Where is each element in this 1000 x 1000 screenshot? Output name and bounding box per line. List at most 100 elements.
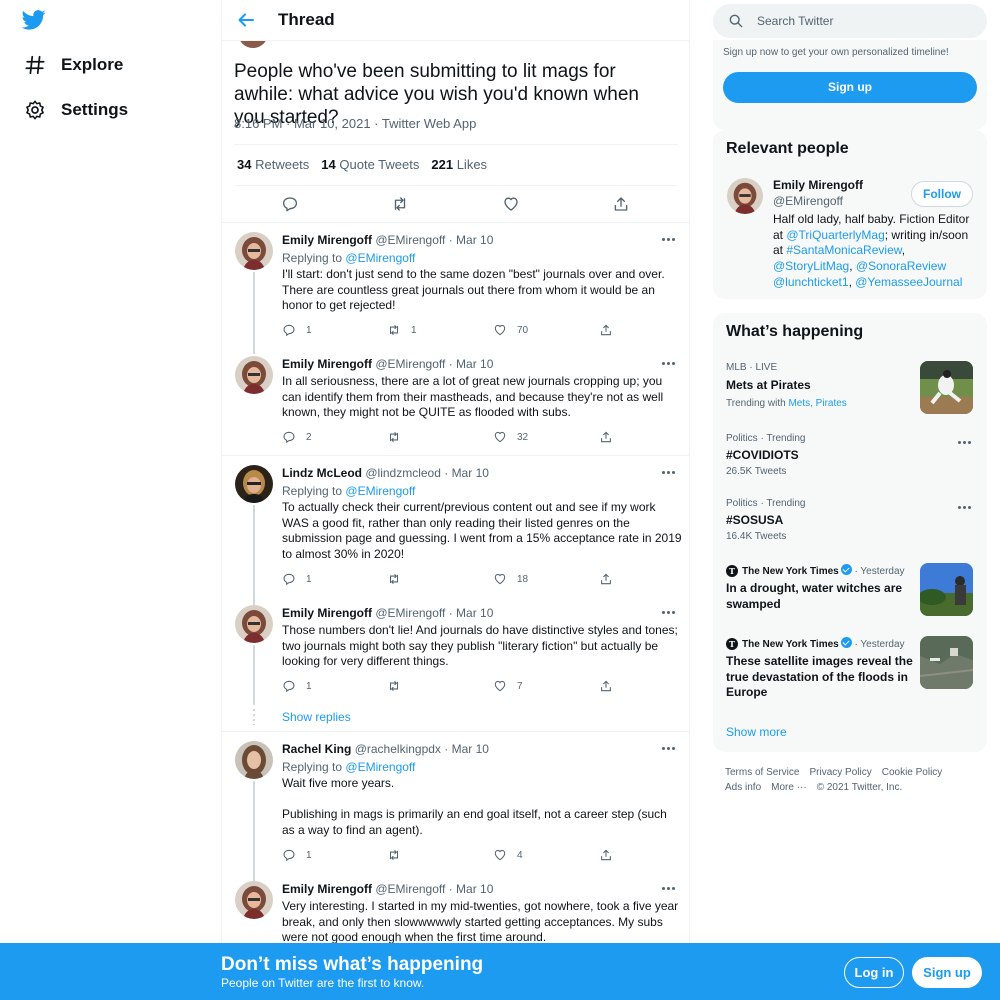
person-name[interactable]: Emily Mirengoff bbox=[773, 178, 863, 192]
author-handle[interactable]: @EMirengoff bbox=[375, 233, 445, 247]
footer-link[interactable]: Ads info bbox=[725, 782, 761, 793]
reply-button[interactable]: 1 bbox=[282, 572, 312, 586]
share-button[interactable] bbox=[599, 572, 623, 586]
reply-button[interactable]: 1 bbox=[282, 848, 312, 862]
reply-author: Emily Mirengoff @EMirengoff · Mar 10 bbox=[282, 882, 493, 896]
trend-item[interactable]: Politics · Trending #COVIDIOTS 26.5K Twe… bbox=[713, 423, 987, 488]
back-arrow-icon[interactable] bbox=[236, 10, 256, 30]
trend-title: Mets at Pirates bbox=[726, 378, 811, 392]
trend-related-links[interactable]: Mets, Pirates bbox=[788, 398, 846, 409]
more-options-icon[interactable] bbox=[662, 746, 678, 752]
person-handle[interactable]: @EMirengoff bbox=[773, 194, 843, 208]
reply-date[interactable]: · Mar 10 bbox=[444, 466, 489, 480]
reply-date[interactable]: · Mar 10 bbox=[449, 357, 494, 371]
bio-link[interactable]: @SonoraReview bbox=[856, 259, 946, 273]
more-options-icon[interactable] bbox=[662, 470, 678, 476]
retweet-button[interactable] bbox=[387, 679, 411, 693]
author-handle[interactable]: @EMirengoff bbox=[375, 357, 445, 371]
more-options-icon[interactable] bbox=[958, 505, 974, 511]
more-options-icon[interactable] bbox=[662, 361, 678, 367]
retweet-icon[interactable] bbox=[391, 195, 409, 213]
nav-settings[interactable]: Settings bbox=[24, 96, 128, 124]
author-handle[interactable]: @EMirengoff bbox=[375, 882, 445, 896]
bio-link[interactable]: @TriQuarterlyMag bbox=[786, 228, 884, 242]
reply-button[interactable]: 2 bbox=[282, 430, 312, 444]
news-item[interactable]: T The New York Times · Yesterday In a dr… bbox=[713, 556, 987, 626]
like-icon bbox=[494, 680, 506, 692]
reply-date[interactable]: · Mar 10 bbox=[444, 742, 489, 756]
trend-item[interactable]: MLB · LIVE Mets at Pirates Trending with… bbox=[713, 355, 987, 423]
more-options-icon[interactable] bbox=[662, 610, 678, 616]
author-name[interactable]: Emily Mirengoff bbox=[282, 606, 372, 620]
avatar[interactable] bbox=[235, 232, 273, 270]
retweet-icon bbox=[389, 680, 399, 692]
share-button[interactable] bbox=[599, 323, 623, 337]
footer-link[interactable]: Cookie Policy bbox=[882, 767, 943, 778]
like-button[interactable]: 70 bbox=[493, 323, 528, 337]
quote-tweets-stat[interactable]: 14 Quote Tweets bbox=[321, 157, 419, 172]
avatar[interactable] bbox=[235, 881, 273, 919]
signup-button[interactable]: Sign up bbox=[723, 72, 977, 103]
replying-to-link[interactable]: @EMirengoff bbox=[345, 251, 415, 265]
reply-date[interactable]: · Mar 10 bbox=[449, 606, 494, 620]
author-handle[interactable]: @lindzmcleod bbox=[365, 466, 441, 480]
bio-link[interactable]: @StoryLitMag bbox=[773, 259, 849, 273]
author-handle[interactable]: @rachelkingpdx bbox=[355, 742, 441, 756]
bio-link[interactable]: #SantaMonicaReview bbox=[786, 243, 901, 257]
like-button[interactable]: 4 bbox=[493, 848, 523, 862]
search-input[interactable]: Search Twitter bbox=[713, 4, 987, 38]
reply-date[interactable]: · Mar 10 bbox=[449, 233, 494, 247]
avatar[interactable] bbox=[235, 741, 273, 779]
reply-icon[interactable] bbox=[281, 195, 299, 213]
main-tweet-timestamp[interactable]: 8:16 PM · Mar 10, 2021 · Twitter Web App bbox=[234, 116, 476, 131]
author-name[interactable]: Emily Mirengoff bbox=[282, 357, 372, 371]
retweet-button[interactable] bbox=[387, 848, 411, 862]
avatar[interactable] bbox=[235, 356, 273, 394]
trend-item[interactable]: Politics · Trending #SOSUSA 16.4K Tweets bbox=[713, 488, 987, 553]
like-button[interactable]: 32 bbox=[493, 430, 528, 444]
search-icon bbox=[729, 14, 743, 28]
follow-button[interactable]: Follow bbox=[911, 181, 973, 207]
likes-stat[interactable]: 221 Likes bbox=[431, 157, 487, 172]
news-item[interactable]: T The New York Times · Yesterday These s… bbox=[713, 629, 987, 717]
avatar[interactable] bbox=[727, 178, 763, 214]
author-name[interactable]: Rachel King bbox=[282, 742, 351, 756]
author-name[interactable]: Emily Mirengoff bbox=[282, 882, 372, 896]
footer-link[interactable]: Terms of Service bbox=[725, 767, 799, 778]
signup-button[interactable]: Sign up bbox=[912, 957, 982, 988]
login-button[interactable]: Log in bbox=[844, 957, 904, 988]
footer-link[interactable]: Privacy Policy bbox=[809, 767, 871, 778]
share-button[interactable] bbox=[599, 848, 623, 862]
like-button[interactable]: 7 bbox=[493, 679, 523, 693]
reply-button[interactable]: 1 bbox=[282, 323, 312, 337]
avatar[interactable] bbox=[235, 605, 273, 643]
more-options-icon[interactable] bbox=[662, 237, 678, 243]
like-icon[interactable] bbox=[502, 195, 520, 213]
nav-explore[interactable]: Explore bbox=[24, 51, 123, 79]
author-name[interactable]: Lindz McLeod bbox=[282, 466, 362, 480]
author-handle[interactable]: @EMirengoff bbox=[375, 606, 445, 620]
show-replies-link[interactable]: Show replies bbox=[282, 710, 351, 724]
like-button[interactable]: 18 bbox=[493, 572, 528, 586]
replying-to-link[interactable]: @EMirengoff bbox=[345, 484, 415, 498]
more-options-icon[interactable] bbox=[958, 440, 974, 446]
replying-to-link[interactable]: @EMirengoff bbox=[345, 760, 415, 774]
bio-link[interactable]: @lunchticket1 bbox=[773, 275, 849, 289]
retweet-button[interactable]: 1 bbox=[387, 323, 417, 337]
share-icon[interactable] bbox=[612, 195, 630, 213]
retweets-stat[interactable]: 34 Retweets bbox=[237, 157, 309, 172]
reply-button[interactable]: 1 bbox=[282, 679, 312, 693]
author-name[interactable]: Emily Mirengoff bbox=[282, 233, 372, 247]
retweet-button[interactable] bbox=[387, 430, 411, 444]
share-button[interactable] bbox=[599, 430, 623, 444]
share-button[interactable] bbox=[599, 679, 623, 693]
retweet-button[interactable] bbox=[387, 572, 411, 586]
twitter-bird-icon[interactable] bbox=[22, 9, 46, 31]
bio-link[interactable]: @YemasseeJournal bbox=[855, 275, 962, 289]
more-options-icon[interactable] bbox=[662, 886, 678, 892]
avatar[interactable] bbox=[235, 465, 273, 503]
reply-date[interactable]: · Mar 10 bbox=[449, 882, 494, 896]
show-more-link[interactable]: Show more bbox=[726, 725, 787, 739]
footer-more-link[interactable]: More ··· bbox=[771, 782, 807, 793]
thread-connector bbox=[253, 709, 255, 725]
